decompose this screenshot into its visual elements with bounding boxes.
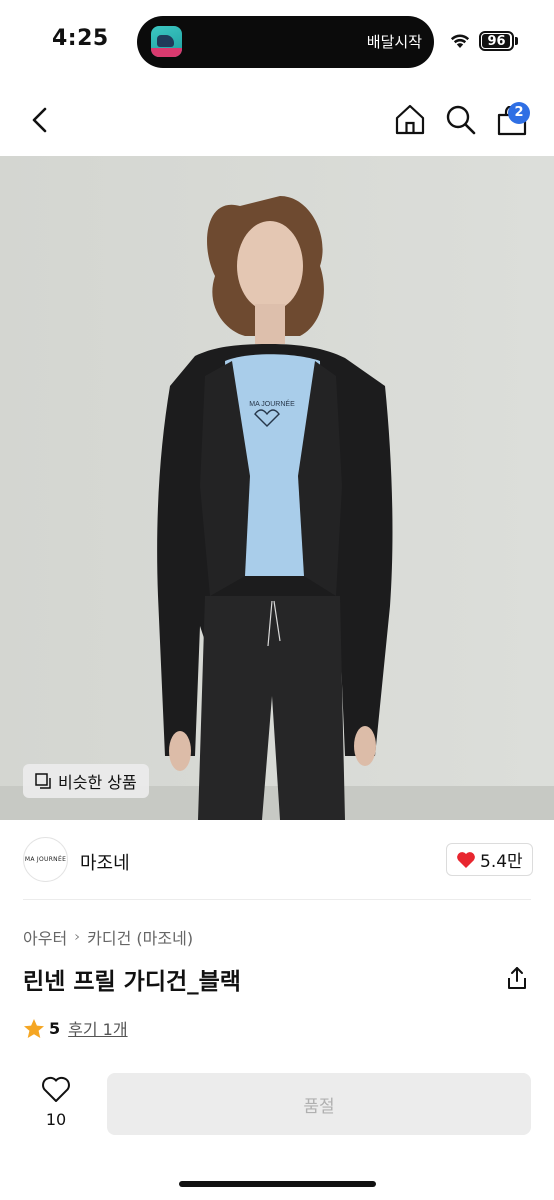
back-icon[interactable] bbox=[28, 106, 52, 134]
copy-icon bbox=[35, 772, 51, 789]
divider bbox=[23, 899, 531, 900]
chevron-right-icon bbox=[75, 934, 80, 940]
brand-logo-text: MA JOURNÉE bbox=[24, 856, 67, 863]
brand-like-count: 5.4만 bbox=[480, 852, 523, 872]
wifi-icon bbox=[450, 34, 470, 48]
status-time: 4:25 bbox=[52, 26, 109, 51]
reviews-link[interactable]: 후기 1개 bbox=[68, 1016, 127, 1040]
delivery-app-icon bbox=[151, 26, 182, 57]
wishlist-button[interactable]: 10 bbox=[36, 1074, 76, 1134]
brand-name[interactable]: 마조네 bbox=[80, 849, 130, 875]
dynamic-island[interactable]: 배달시작 bbox=[137, 16, 434, 68]
status-bar: 4:25 배달시작 96 bbox=[0, 0, 554, 84]
product-title: 린넨 프릴 가디건_블랙 bbox=[23, 969, 241, 995]
sold-out-button[interactable]: 품절 bbox=[107, 1073, 531, 1135]
similar-products-button[interactable]: 비슷한 상품 bbox=[23, 764, 149, 798]
share-icon[interactable] bbox=[505, 965, 529, 991]
brand-logo[interactable]: MA JOURNÉE bbox=[23, 837, 68, 882]
heart-outline-icon bbox=[42, 1076, 70, 1102]
breadcrumb: 아우터 카디건 (마조네) bbox=[23, 925, 193, 949]
rating-summary: 5 후기 1개 bbox=[23, 1016, 128, 1040]
search-icon[interactable] bbox=[445, 104, 477, 136]
battery-indicator: 96 bbox=[479, 31, 514, 51]
model-photo: MA JOURNÉE bbox=[0, 156, 554, 820]
similar-products-label: 비슷한 상품 bbox=[58, 773, 137, 792]
home-icon[interactable] bbox=[394, 103, 426, 135]
wishlist-count: 10 bbox=[45, 1110, 67, 1129]
battery-cap bbox=[515, 37, 518, 45]
product-image[interactable]: MA JOURNÉE bbox=[0, 156, 554, 820]
rating-score: 5 bbox=[49, 1018, 61, 1038]
brand-like-button[interactable]: 5.4만 bbox=[446, 843, 533, 876]
battery-level: 96 bbox=[487, 34, 506, 49]
heart-filled-icon bbox=[457, 851, 475, 868]
home-indicator[interactable] bbox=[179, 1181, 376, 1187]
sold-out-label: 품절 bbox=[303, 1096, 335, 1117]
star-icon bbox=[24, 1018, 44, 1038]
breadcrumb-item-cardigan[interactable]: 카디건 (마조네) bbox=[87, 925, 193, 949]
breadcrumb-item-outer[interactable]: 아우터 bbox=[23, 925, 67, 949]
cart-count-badge: 2 bbox=[508, 102, 530, 124]
live-activity-text: 배달시작 bbox=[366, 33, 422, 51]
svg-text:MA JOURNÉE: MA JOURNÉE bbox=[249, 399, 295, 408]
